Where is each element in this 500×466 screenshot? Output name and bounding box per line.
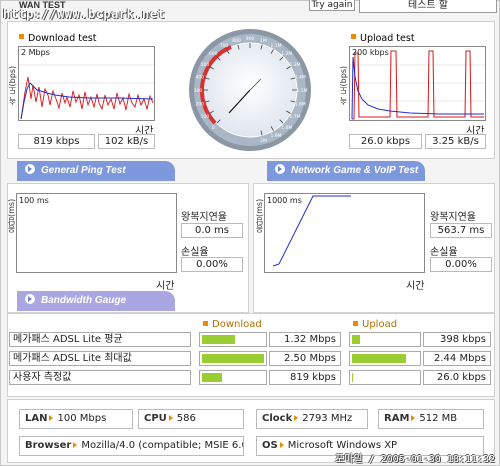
- game-xlabel: 시간: [406, 281, 425, 292]
- bw-download-value: 819 kbps: [269, 370, 341, 385]
- gauge-tick-label: 800: [232, 38, 241, 44]
- upload-ylabel: 속 도(bps): [339, 65, 348, 105]
- game-chart: [264, 193, 425, 273]
- gauge-tick-label: 100: [201, 114, 210, 120]
- gauge-tick-label: 1.6M: [295, 101, 306, 107]
- bw-download-fill: [202, 335, 235, 344]
- gauge-tick-label: 1.8M: [281, 125, 292, 131]
- try-again-button[interactable]: Try again: [309, 0, 355, 11]
- bw-row-label: 메가패스 ADSL Lite 평균: [9, 332, 191, 347]
- bw-upload-fill: [352, 335, 360, 344]
- bw-upload-fill: [352, 354, 406, 363]
- game-rtt-value: 563.7 ms: [430, 223, 492, 238]
- game-rtt-label: 왕복지연율: [430, 212, 476, 223]
- footer-stamp: 포마일 / 2005-01-30 18:11:32: [334, 454, 495, 465]
- speed-gauge: 0 100 200 300 400 500 600 700 800 900 1M 1.1M 1.2M 1.…: [187, 27, 313, 153]
- network-game-tab[interactable]: Network Game & VoIP Test: [267, 161, 425, 181]
- download-plot: [19, 64, 154, 120]
- bw-download-bar: [199, 370, 267, 385]
- arrow-icon: [49, 415, 54, 421]
- download-scale: 2 Mbps: [21, 48, 50, 57]
- gauge-tick-label: 500: [201, 62, 210, 68]
- browser-info: Browser Mozilla/4.0 (compatible; MSIE 6.0: [19, 436, 244, 456]
- gauge-tick-label: 1.5M: [296, 88, 307, 94]
- bw-upload-bar: [349, 351, 421, 366]
- arrow-icon: [279, 442, 284, 448]
- bw-download-value: 1.32 Mbps: [269, 332, 341, 347]
- gauge-tick-label: 600: [209, 51, 218, 57]
- arrow-icon: [168, 415, 173, 421]
- watermark: http://www.bcpark.net: [3, 7, 166, 21]
- bw-upload-value: 2.44 Mbps: [423, 351, 491, 366]
- ram-info: RAM 512 MB: [378, 409, 484, 429]
- lan-info: LAN 100 Mbps: [19, 409, 133, 429]
- bw-upload-header: Upload: [353, 319, 397, 330]
- bw-download-fill: [202, 373, 222, 382]
- ping-chart: [16, 193, 177, 273]
- download-title: Download test: [19, 33, 97, 44]
- download-kbps-value: 819 kbps: [18, 134, 95, 149]
- upload-title: Upload test: [351, 33, 415, 44]
- ping-rtt-label: 왕복지연율: [181, 212, 227, 223]
- cpu-info: CPU 586: [138, 409, 244, 429]
- arrow-icon: [411, 415, 416, 421]
- gauge-tick-label: 400: [195, 75, 204, 81]
- bw-row-label: 사용자 측정값: [9, 370, 191, 385]
- upload-chart: [349, 46, 486, 121]
- bw-upload-bar: [349, 332, 421, 347]
- gauge-tick-label: 300: [194, 88, 203, 94]
- upload-scale: 200 kbps: [352, 48, 389, 57]
- download-kBs-value: 102 kB/s: [98, 134, 155, 149]
- ping-scale: 100 ms: [19, 196, 49, 205]
- bw-download-header: Download: [203, 319, 262, 330]
- gauge-tick-label: 2M: [260, 138, 267, 144]
- bw-upload-fill: [352, 373, 353, 382]
- arrow-icon: [25, 294, 35, 304]
- gauge-tick-label: 0: [212, 125, 215, 131]
- ping-rtt-value: 0.0 ms: [181, 223, 243, 238]
- clock-info: Clock 2793 MHz: [256, 409, 368, 429]
- gauge-tick-label: 1.9M: [270, 133, 281, 139]
- gauge-tick-label: 200: [195, 101, 204, 107]
- game-loss-value: 0.00%: [430, 257, 492, 272]
- download-chart: [18, 46, 155, 121]
- ping-loss-value: 0.00%: [181, 257, 243, 272]
- ping-xlabel: 시간: [156, 281, 175, 292]
- upload-kBs-value: 3.25 kB/s: [425, 134, 486, 149]
- bw-download-bar: [199, 332, 267, 347]
- bw-upload-value: 398 kbps: [423, 332, 491, 347]
- upload-plot: [350, 50, 485, 120]
- arrow-icon: [73, 442, 78, 448]
- game-loss-label: 손실율: [430, 247, 458, 258]
- arrow-icon: [275, 164, 285, 174]
- gauge-tick-label: 1.4M: [295, 75, 306, 81]
- gauge-tick-label: 1.7M: [290, 114, 301, 120]
- gauge-tick-label: 1.3M: [290, 62, 301, 68]
- gauge-dial: 0100 200 300 400 500 600700800 900 1M1.1M1.2M 1.…: [189, 29, 311, 151]
- bw-row-label: 메가패스 ADSL Lite 최대값: [9, 351, 191, 366]
- gauge-tick-label: 1.1M: [270, 43, 281, 49]
- bw-download-fill: [202, 354, 264, 363]
- game-scale: 1000 ms: [267, 196, 302, 205]
- ping-loss-label: 손실율: [181, 247, 209, 258]
- arrow-icon: [294, 415, 299, 421]
- test-button[interactable]: 테스트 할: [359, 0, 497, 13]
- gauge-tick-label: 700: [220, 43, 229, 49]
- arrow-icon: [25, 164, 35, 174]
- bw-upload-bar: [349, 370, 421, 385]
- bandwidth-gauge-tab[interactable]: Bandwidth Gauge: [17, 291, 175, 311]
- gauge-tick-label: 1M: [260, 38, 267, 44]
- upload-kbps-value: 26.0 kbps: [349, 134, 422, 149]
- bw-download-bar: [199, 351, 267, 366]
- general-ping-tab[interactable]: General Ping Test: [17, 161, 175, 181]
- wan-test-window: WAN TEST http://www.bcpark.net Try again…: [0, 0, 500, 466]
- game-plot: [272, 195, 351, 267]
- bw-upload-value: 26.0 kbps: [423, 370, 491, 385]
- gauge-tick-label: 1.2M: [281, 51, 292, 57]
- bw-download-value: 2.50 Mbps: [269, 351, 341, 366]
- download-ylabel: 속 도(bps): [8, 65, 17, 105]
- gauge-tick-label: 900: [246, 36, 255, 42]
